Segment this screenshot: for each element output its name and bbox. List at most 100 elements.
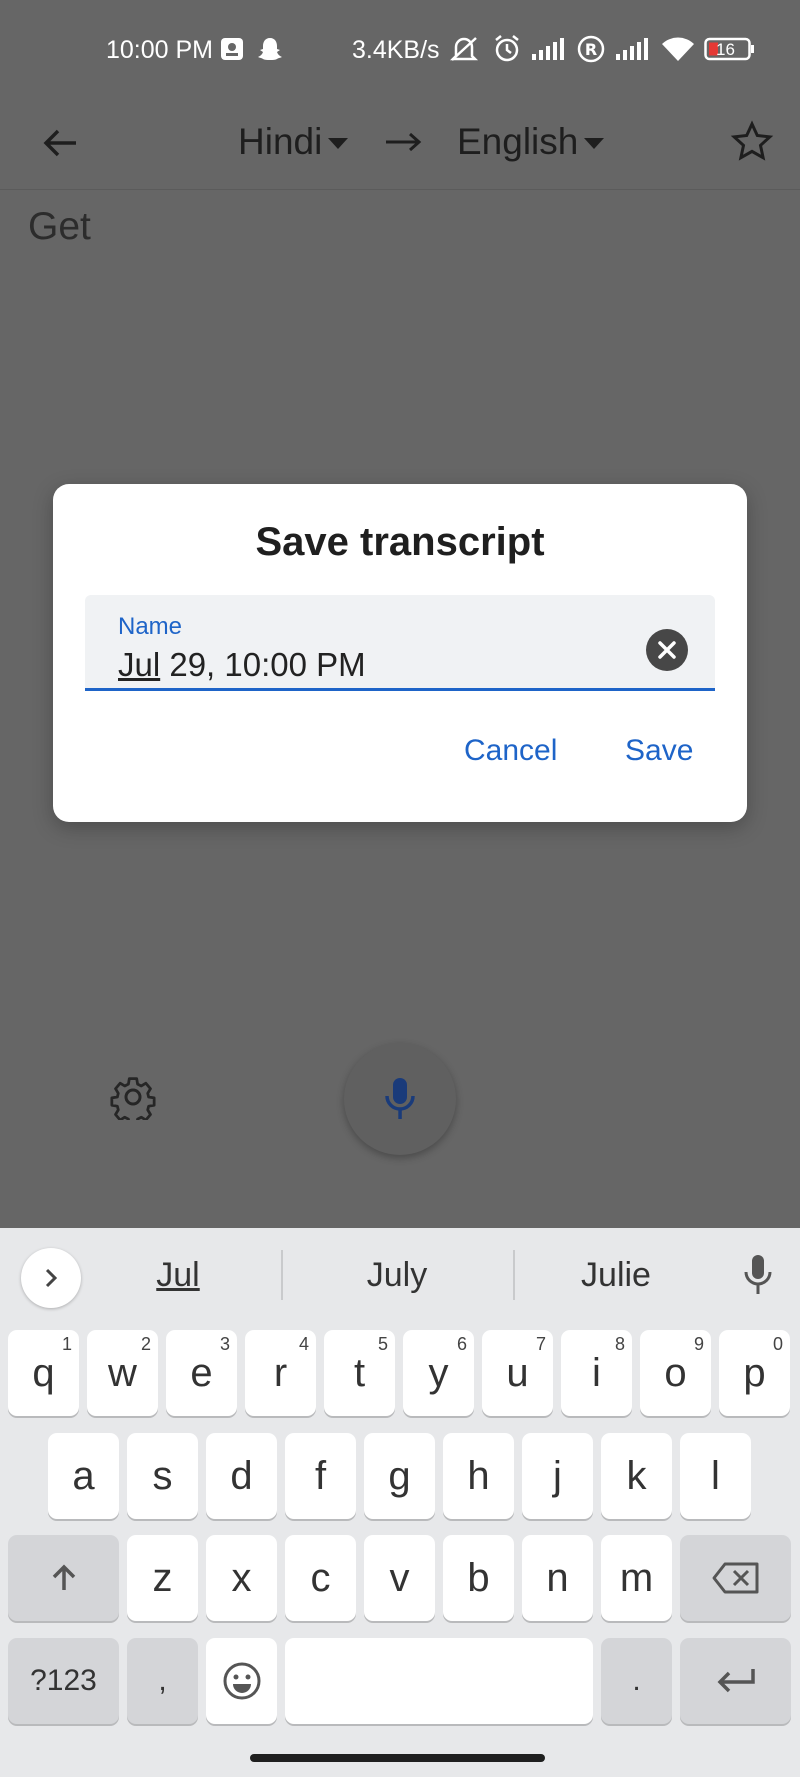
name-field-composing-text: Jul	[118, 646, 161, 683]
name-field[interactable]: Name Jul 29, 10:00 PM	[85, 595, 715, 691]
key-hint: 4	[298, 1334, 309, 1354]
key-j[interactable]: j	[522, 1433, 593, 1519]
space-key[interactable]	[285, 1638, 593, 1724]
key-hint: 5	[377, 1334, 388, 1354]
roaming-icon: R	[576, 34, 606, 64]
keyboard: Jul July Julie q1 w2 e3 r4 t5 y6 u7 i8 o…	[0, 1228, 800, 1777]
key-f[interactable]: f	[285, 1433, 356, 1519]
key-b[interactable]: b	[443, 1535, 514, 1621]
cancel-button[interactable]: Cancel	[464, 734, 557, 768]
arrow-right-icon	[384, 118, 432, 166]
close-icon	[658, 641, 676, 659]
emoji-icon	[223, 1662, 260, 1700]
key-a[interactable]: a	[48, 1433, 119, 1519]
arrow-back-icon	[43, 129, 76, 157]
transcript-text: Get	[28, 205, 91, 248]
status-time: 10:00 PM	[106, 36, 214, 64]
snapchat-icon	[256, 34, 284, 64]
signal-icon	[614, 34, 650, 64]
key-d[interactable]: d	[206, 1433, 277, 1519]
key-u[interactable]: u7	[482, 1330, 553, 1416]
shift-key[interactable]	[8, 1535, 119, 1621]
key-t[interactable]: t5	[324, 1330, 395, 1416]
key-label: e	[190, 1350, 213, 1395]
mute-icon	[448, 34, 480, 64]
key-label: y	[428, 1350, 449, 1395]
name-field-value[interactable]: Jul 29, 10:00 PM	[118, 646, 366, 684]
key-e[interactable]: e3	[166, 1330, 237, 1416]
key-label: i	[592, 1350, 601, 1395]
star-button[interactable]	[720, 110, 784, 174]
key-hint: 9	[693, 1334, 704, 1354]
key-hint: 2	[140, 1334, 151, 1354]
back-button[interactable]	[30, 113, 90, 173]
dialog-title: Save transcript	[255, 520, 545, 564]
key-hint: 6	[456, 1334, 467, 1354]
key-s[interactable]: s	[127, 1433, 198, 1519]
dropdown-caret-icon	[328, 138, 349, 149]
key-w[interactable]: w2	[87, 1330, 158, 1416]
key-n[interactable]: n	[522, 1535, 593, 1621]
suggestion-divider	[281, 1250, 283, 1300]
voice-input-button[interactable]	[738, 1250, 778, 1300]
messages-icon	[219, 34, 245, 64]
microphone-button[interactable]	[344, 1043, 456, 1155]
shift-arrow-icon	[52, 1564, 75, 1590]
home-indicator[interactable]	[250, 1754, 545, 1762]
key-hint: 7	[535, 1334, 546, 1354]
key-p[interactable]: p0	[719, 1330, 790, 1416]
microphone-icon	[385, 1078, 415, 1119]
key-label: u	[506, 1350, 529, 1395]
backspace-icon	[712, 1562, 758, 1594]
key-i[interactable]: i8	[561, 1330, 632, 1416]
key-label: w	[108, 1350, 137, 1395]
symbols-key[interactable]: ?123	[8, 1638, 119, 1724]
key-l[interactable]: l	[680, 1433, 751, 1519]
suggestion-1[interactable]: Jul	[78, 1256, 278, 1295]
enter-key[interactable]	[680, 1638, 791, 1724]
backspace-key[interactable]	[680, 1535, 791, 1621]
network-speed: 3.4KB/s	[352, 36, 440, 64]
key-r[interactable]: r4	[245, 1330, 316, 1416]
name-field-rest-text: 29, 10:00 PM	[160, 646, 366, 683]
key-label: r	[273, 1350, 288, 1395]
name-field-label: Name	[118, 613, 183, 640]
key-y[interactable]: y6	[403, 1330, 474, 1416]
key-k[interactable]: k	[601, 1433, 672, 1519]
key-hint: 1	[61, 1334, 72, 1354]
key-label: p	[743, 1350, 766, 1395]
clear-text-button[interactable]	[646, 629, 688, 671]
suggestion-2[interactable]: July	[297, 1256, 497, 1295]
period-key[interactable]: .	[601, 1638, 672, 1724]
battery-level: 16	[716, 40, 735, 59]
key-m[interactable]: m	[601, 1535, 672, 1621]
key-x[interactable]: x	[206, 1535, 277, 1621]
key-label: q	[32, 1350, 55, 1395]
save-button[interactable]: Save	[625, 734, 693, 768]
suggestion-3[interactable]: Julie	[516, 1256, 716, 1295]
star-icon	[730, 120, 774, 161]
key-z[interactable]: z	[127, 1535, 198, 1621]
emoji-key[interactable]	[206, 1638, 277, 1724]
key-v[interactable]: v	[364, 1535, 435, 1621]
key-g[interactable]: g	[364, 1433, 435, 1519]
key-label: t	[353, 1350, 366, 1395]
key-q[interactable]: q1	[8, 1330, 79, 1416]
suggestion-expand-button[interactable]	[21, 1248, 81, 1308]
chevron-right-icon	[45, 1268, 58, 1288]
key-h[interactable]: h	[443, 1433, 514, 1519]
key-hint: 0	[772, 1334, 783, 1354]
source-language-dropdown[interactable]: Hindi	[238, 112, 349, 172]
key-label: o	[664, 1350, 687, 1395]
settings-button[interactable]	[108, 1072, 158, 1122]
wifi-icon	[660, 34, 696, 64]
status-bar: 10:00 PM 3.4KB/s R 16	[0, 0, 800, 100]
target-language-dropdown[interactable]: English	[457, 112, 605, 172]
suggestion-divider	[513, 1250, 515, 1300]
key-c[interactable]: c	[285, 1535, 356, 1621]
key-hint: 3	[219, 1334, 230, 1354]
comma-key[interactable]: ,	[127, 1638, 198, 1724]
enter-icon	[717, 1669, 755, 1693]
key-o[interactable]: o9	[640, 1330, 711, 1416]
signal-icon	[530, 34, 566, 64]
